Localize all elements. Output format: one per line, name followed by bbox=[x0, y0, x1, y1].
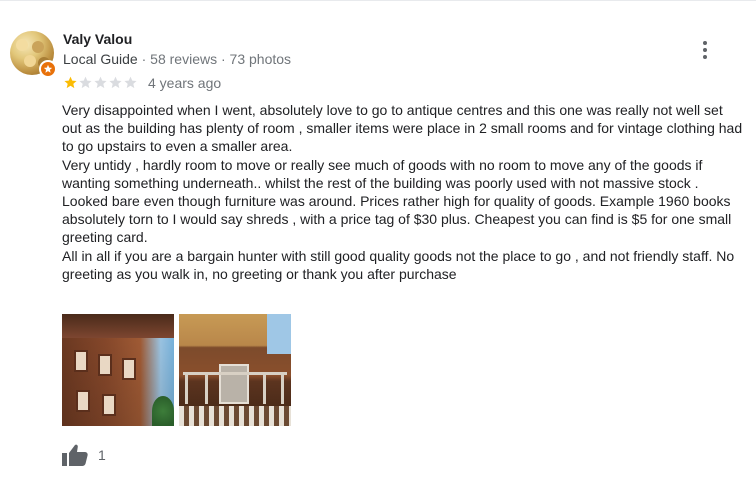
review-time: 4 years ago bbox=[148, 75, 222, 91]
review-card: Valy Valou Local Guide · 58 reviews · 73… bbox=[0, 0, 756, 485]
review-paragraph: Very disappointed when I went, absolutel… bbox=[62, 102, 743, 155]
meta-separator: · bbox=[220, 51, 226, 67]
review-paragraph: Very untidy , hardly room to move or rea… bbox=[62, 156, 732, 246]
meta-separator: · bbox=[141, 51, 147, 67]
avatar[interactable] bbox=[10, 31, 57, 78]
author-name[interactable]: Valy Valou bbox=[63, 31, 132, 47]
star-empty-icon bbox=[109, 76, 122, 89]
author-meta: Local Guide · 58 reviews · 73 photos bbox=[63, 51, 291, 67]
more-vert-icon[interactable] bbox=[694, 38, 716, 62]
star-rating bbox=[63, 75, 138, 90]
star-empty-icon bbox=[124, 76, 137, 89]
local-guide-label: Local Guide bbox=[63, 51, 138, 67]
like-button[interactable]: 1 bbox=[62, 444, 106, 466]
star-filled-icon bbox=[64, 76, 77, 89]
photos-count: 73 photos bbox=[229, 51, 292, 67]
local-guide-star-icon bbox=[39, 60, 57, 78]
reviews-count: 58 reviews bbox=[150, 51, 218, 67]
like-count: 1 bbox=[98, 447, 106, 463]
review-photo[interactable] bbox=[62, 314, 174, 426]
star-empty-icon bbox=[94, 76, 107, 89]
review-photo[interactable] bbox=[179, 314, 291, 426]
thumb-up-icon bbox=[62, 444, 88, 466]
star-empty-icon bbox=[79, 76, 92, 89]
review-photos bbox=[62, 314, 291, 426]
review-paragraph: All in all if you are a bargain hunter w… bbox=[62, 247, 735, 282]
review-text: Very disappointed when I went, absolutel… bbox=[62, 101, 746, 283]
